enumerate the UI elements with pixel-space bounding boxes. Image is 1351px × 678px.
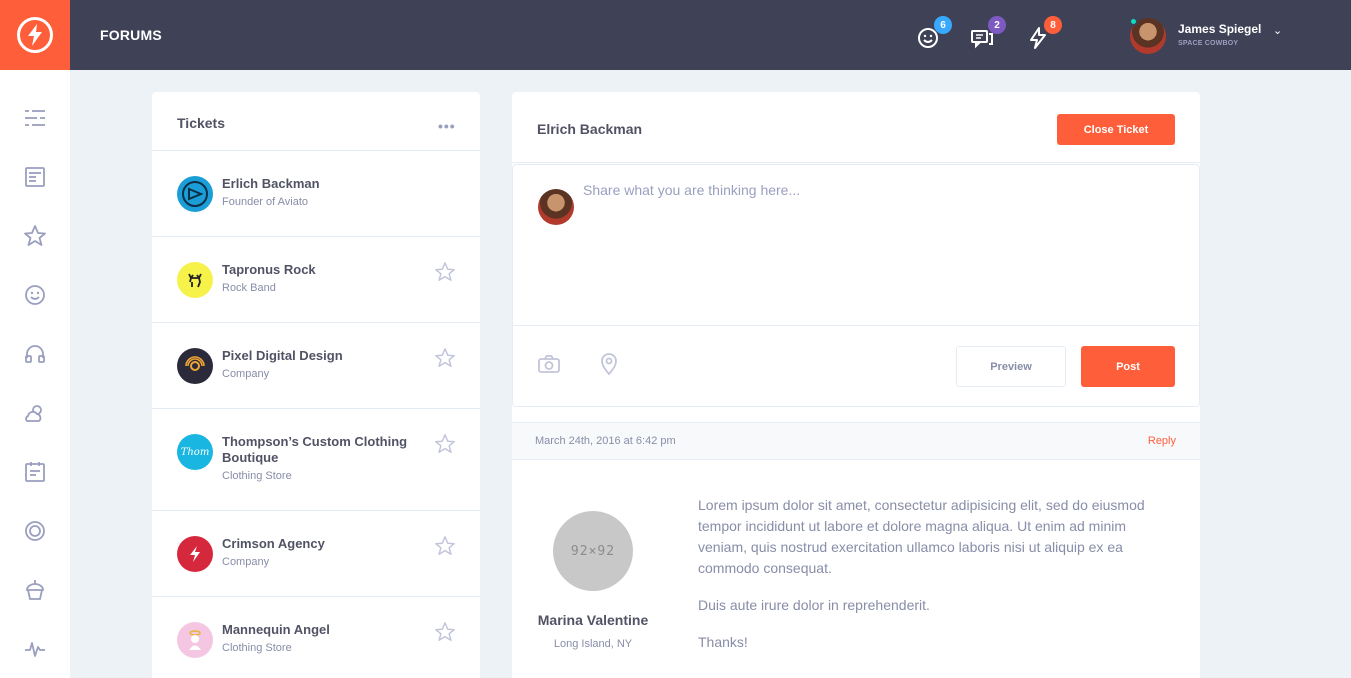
- star-icon[interactable]: [23, 224, 47, 248]
- ticket-name: Thompson’s Custom Clothing Boutique: [222, 434, 408, 465]
- headphones-icon[interactable]: [23, 342, 47, 366]
- conversation-header: Elrich Backman Close Ticket: [512, 92, 1200, 163]
- ticket-subtitle: Company: [222, 368, 270, 380]
- message-paragraph: Lorem ipsum dolor sit amet, consectetur …: [698, 497, 1145, 576]
- notification-badge: 8: [1044, 16, 1062, 34]
- stats-icon[interactable]: [23, 637, 47, 661]
- ticket-subtitle: Rock Band: [222, 282, 276, 294]
- tickets-title: Tickets: [177, 115, 225, 131]
- conversation-title: Elrich Backman: [537, 121, 643, 137]
- cupcake-icon[interactable]: [23, 578, 47, 602]
- ticket-name: Crimson Agency: [222, 536, 325, 551]
- online-status-dot: [1129, 17, 1138, 26]
- star-icon[interactable]: [434, 535, 456, 557]
- notifications-button[interactable]: 8: [1026, 16, 1062, 50]
- weather-icon[interactable]: [23, 401, 47, 425]
- post-date: March 24th, 2016 at 6:42 pm: [535, 435, 676, 447]
- company-logo: [177, 176, 213, 212]
- logo-icon: [17, 17, 53, 53]
- friend-requests-button[interactable]: 6: [916, 16, 952, 50]
- post-composer: Share what you are thinking here... Prev…: [512, 164, 1200, 407]
- ticket-subtitle: Clothing Store: [222, 470, 292, 482]
- messages-button[interactable]: 2: [970, 16, 1006, 50]
- star-icon[interactable]: [434, 621, 456, 643]
- chevron-down-icon[interactable]: ⌄: [1273, 24, 1282, 37]
- calendar-icon[interactable]: [23, 460, 47, 484]
- ticket-subtitle: Founder of Aviato: [222, 196, 309, 208]
- menu-icon[interactable]: [23, 106, 47, 130]
- ticket-item[interactable]: Crimson Agency Company: [152, 511, 480, 597]
- post-meta-bar: March 24th, 2016 at 6:42 pm Reply: [512, 422, 1200, 460]
- star-icon[interactable]: [434, 261, 456, 283]
- ticket-item[interactable]: Thom Thompson’s Custom Clothing Boutique…: [152, 409, 480, 511]
- company-logo: Thom: [177, 434, 213, 470]
- ticket-item[interactable]: Tapronus Rock Rock Band: [152, 237, 480, 323]
- notification-badge: 2: [988, 16, 1006, 34]
- preview-button[interactable]: Preview: [956, 346, 1066, 387]
- author-name[interactable]: Marina Valentine: [512, 612, 674, 628]
- ticket-item[interactable]: Pixel Digital Design Company: [152, 323, 480, 409]
- ticket-name: Tapronus Rock: [222, 262, 316, 277]
- ticket-subtitle: Clothing Store: [222, 642, 292, 654]
- tickets-header: Tickets •••: [152, 92, 480, 151]
- notification-badge: 6: [934, 16, 952, 34]
- message-paragraph: Thanks!: [698, 634, 748, 650]
- author-location: Long Island, NY: [553, 638, 633, 650]
- ticket-name: Pixel Digital Design: [222, 348, 343, 363]
- top-header: FORUMS 6 2 8 James Spiegel SPACE COWBOY …: [0, 0, 1351, 70]
- camera-icon[interactable]: [537, 352, 561, 376]
- avatar: [538, 189, 574, 225]
- happy-faces-icon[interactable]: [23, 283, 47, 307]
- company-logo: [177, 348, 213, 384]
- ticket-name: Erlich Backman: [222, 176, 320, 191]
- star-icon[interactable]: [434, 433, 456, 455]
- composer-toolbar: Preview Post: [513, 325, 1199, 407]
- left-sidebar: [0, 70, 70, 678]
- user-name[interactable]: James Spiegel: [1178, 22, 1261, 36]
- company-logo: [177, 262, 213, 298]
- more-options-icon[interactable]: •••: [438, 118, 456, 134]
- ticket-name: Mannequin Angel: [222, 622, 330, 637]
- post-button[interactable]: Post: [1081, 346, 1175, 387]
- tickets-panel: Tickets ••• Erlich Backman Founder of Av…: [152, 92, 480, 678]
- location-pin-icon[interactable]: [597, 352, 621, 376]
- author-avatar: 92×92: [553, 511, 633, 591]
- logo[interactable]: [0, 0, 70, 70]
- close-ticket-button[interactable]: Close Ticket: [1057, 114, 1175, 145]
- user-role: SPACE COWBOY: [1178, 40, 1239, 47]
- star-icon[interactable]: [434, 347, 456, 369]
- newsfeed-icon[interactable]: [23, 165, 47, 189]
- message-paragraph: Duis aute irure dolor in reprehenderit.: [698, 597, 930, 613]
- ticket-item[interactable]: Mannequin Angel Clothing Store: [152, 597, 480, 678]
- badges-icon[interactable]: [23, 519, 47, 543]
- company-logo: [177, 622, 213, 658]
- ticket-subtitle: Company: [222, 556, 270, 568]
- company-logo: [177, 536, 213, 572]
- ticket-item[interactable]: Erlich Backman Founder of Aviato: [152, 151, 480, 237]
- page-title: FORUMS: [100, 27, 162, 43]
- post-input[interactable]: Share what you are thinking here...: [583, 182, 800, 198]
- ticket-conversation-panel: Elrich Backman Close Ticket Share what y…: [512, 92, 1200, 678]
- reply-link[interactable]: Reply: [1148, 435, 1176, 447]
